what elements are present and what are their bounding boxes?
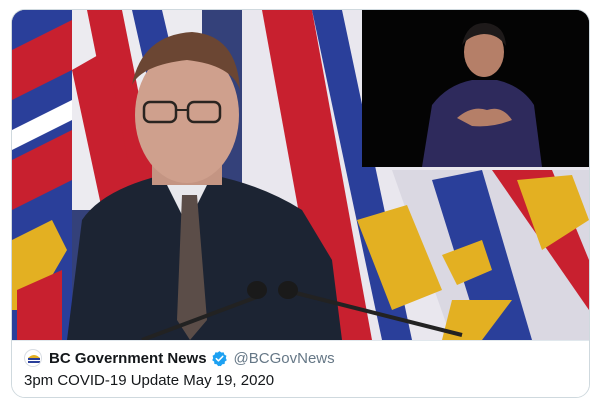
video-thumbnail[interactable] bbox=[12, 10, 589, 340]
verified-badge-icon bbox=[211, 350, 227, 366]
sign-language-interpreter-inset bbox=[362, 10, 589, 167]
video-title[interactable]: 3pm COVID-19 Update May 19, 2020 bbox=[24, 372, 274, 389]
bc-government-logo-icon[interactable] bbox=[24, 349, 42, 367]
bc-flag-left bbox=[12, 10, 72, 340]
interpreter-image bbox=[362, 10, 589, 167]
tweet-media-card[interactable]: BC Government News @BCGovNews 3pm COVID-… bbox=[11, 9, 590, 398]
account-name[interactable]: BC Government News bbox=[49, 350, 207, 367]
account-handle[interactable]: @BCGovNews bbox=[234, 350, 335, 367]
tweet-card-footer: BC Government News @BCGovNews 3pm COVID-… bbox=[12, 340, 589, 397]
account-row[interactable]: BC Government News @BCGovNews bbox=[24, 348, 335, 368]
